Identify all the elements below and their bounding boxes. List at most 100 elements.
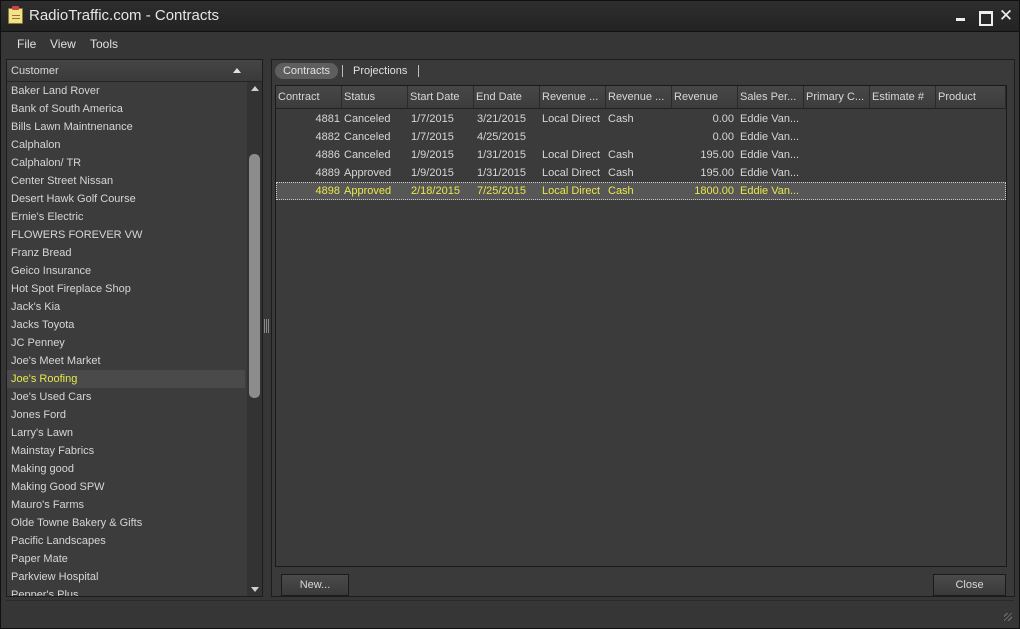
column-header[interactable]: Sales Per... [738,86,804,109]
table-cell [608,128,672,146]
table-cell [938,164,1002,182]
close-icon[interactable]: ✕ [997,7,1015,25]
table-row[interactable]: 4886 Canceled 1/9/2015 1/31/2015 Local Direc… [276,146,1006,164]
customer-list-item[interactable]: Pacific Landscapes [7,532,245,550]
column-header[interactable]: Estimate # [870,86,936,109]
customer-list-item[interactable]: Olde Towne Bakery & Gifts [7,514,245,532]
customer-list-item[interactable]: Parkview Hospital [7,568,245,586]
table-cell: 1/9/2015 [411,149,454,161]
customer-list-item[interactable]: Hot Spot Fireplace Shop [7,280,245,298]
table-cell: Approved [344,185,392,197]
table-row[interactable]: 4889 Approved 1/9/2015 1/31/2015 Local Direc… [276,164,1006,182]
customer-list-item[interactable]: Jacks Toyota [7,316,245,334]
table-cell: Local Direct [542,113,601,125]
menu-view[interactable]: View [50,37,76,51]
splitter-handle[interactable] [264,319,269,333]
customer-list-item[interactable]: Larry's Lawn [7,424,245,442]
table-cell: Eddie Van... [740,113,800,125]
table-cell [938,110,1002,128]
column-header[interactable]: Status [342,86,408,109]
customer-list-item[interactable]: Joe's Used Cars [7,388,245,406]
table-cell [872,182,934,200]
customer-list-item[interactable]: Baker Land Rover [7,82,245,100]
contracts-window: RadioTraffic.com - Contracts ✕ File View… [0,0,1020,629]
table-cell: Local Direct [542,167,601,179]
table-cell: 4898 [315,185,340,197]
resize-grip-icon[interactable] [1004,613,1012,621]
customer-list-item[interactable]: FLOWERS FOREVER VW [7,226,245,244]
table-cell: Eddie Van... [740,185,800,197]
table-cell [806,146,868,164]
customer-list-item[interactable]: Desert Hawk Golf Course [7,190,245,208]
table-cell: Cash [608,185,634,197]
customer-list-item[interactable]: Calphalon/ TR [7,154,245,172]
close-button[interactable]: Close [933,574,1006,596]
table-row[interactable]: 4882 Canceled 1/7/2015 4/25/2015 0.00 Eddie V… [276,128,1006,146]
new-contract-button[interactable]: New... [281,574,349,596]
customer-list-item[interactable]: Geico Insurance [7,262,245,280]
menu-file[interactable]: File [17,37,36,51]
table-cell [872,164,934,182]
customer-list-item[interactable]: Calphalon [7,136,245,154]
table-cell: Canceled [344,113,391,125]
customer-list-item[interactable]: Bank of South America [7,100,245,118]
table-cell [872,146,934,164]
table-cell: 7/25/2015 [477,185,526,197]
table-cell [938,128,1002,146]
tab-contracts[interactable]: Contracts [275,63,338,79]
scrollbar-thumb[interactable] [249,154,260,398]
customer-list-item[interactable]: Franz Bread [7,244,245,262]
minimize-icon[interactable] [951,7,969,25]
customer-list-item[interactable]: Bills Lawn Maintnenance [7,118,245,136]
tab-divider [342,65,343,77]
customer-list-item[interactable]: Joe's Meet Market [7,352,245,370]
table-cell [872,128,934,146]
customer-list-item[interactable]: Mainstay Fabrics [7,442,245,460]
customer-list-item[interactable]: Joe's Roofing [7,370,245,388]
table-cell: Eddie Van... [740,167,800,179]
table-cell: Approved [344,167,392,179]
table-cell: Eddie Van... [740,131,800,143]
table-cell: 4886 [315,149,340,161]
customer-list-item[interactable]: Center Street Nissan [7,172,245,190]
table-cell: 0.00 [712,113,734,125]
scroll-down-arrow-icon[interactable] [251,587,259,592]
table-cell: 1800.00 [694,185,734,197]
table-cell: Cash [608,167,634,179]
menu-tools[interactable]: Tools [90,37,118,51]
title-bar[interactable]: RadioTraffic.com - Contracts ✕ [1,1,1019,32]
table-cell: 195.00 [700,167,734,179]
customer-list-item[interactable]: Jack's Kia [7,298,245,316]
customer-column-header[interactable]: Customer [7,60,262,82]
customer-list-item[interactable]: Pepper's Plus [7,586,245,596]
customer-list-item[interactable]: JC Penney [7,334,245,352]
table-row[interactable]: 4881 Canceled 1/7/2015 3/21/2015 Local Direc… [276,110,1006,128]
table-cell: 1/31/2015 [477,167,526,179]
table-cell: 1/9/2015 [411,167,454,179]
customer-list-item[interactable]: Making Good SPW [7,478,245,496]
column-header[interactable]: Contract [276,86,342,109]
column-header[interactable]: Revenue [672,86,738,109]
table-row[interactable]: 4898 Approved 2/18/2015 7/25/2015 Local Dire… [276,182,1006,200]
customer-list-item[interactable]: Mauro's Farms [7,496,245,514]
column-header[interactable]: Start Date [408,86,474,109]
maximize-icon[interactable] [975,7,993,26]
customer-list-item[interactable]: Jones Ford [7,406,245,424]
column-header[interactable]: Revenue ... [606,86,672,109]
table-cell: Canceled [344,149,391,161]
customer-list-item[interactable]: Making good [7,460,245,478]
column-header[interactable]: End Date [474,86,540,109]
column-header[interactable]: Primary C... [804,86,870,109]
customer-list-item[interactable]: Paper Mate [7,550,245,568]
table-cell [806,110,868,128]
scroll-up-arrow-icon[interactable] [251,86,259,91]
column-header[interactable]: Revenue ... [540,86,606,109]
table-cell [872,110,934,128]
tab-projections[interactable]: Projections [353,63,407,79]
customer-list-item[interactable]: Ernie's Electric [7,208,245,226]
table-cell: 1/31/2015 [477,149,526,161]
contracts-grid: Contract Status Start Date End Date Revenue … [275,85,1007,567]
customer-scrollbar[interactable] [247,82,262,596]
column-header[interactable]: Product [936,86,1006,109]
customer-panel: Customer Baker Land Rover Bank of South A… [6,59,263,597]
